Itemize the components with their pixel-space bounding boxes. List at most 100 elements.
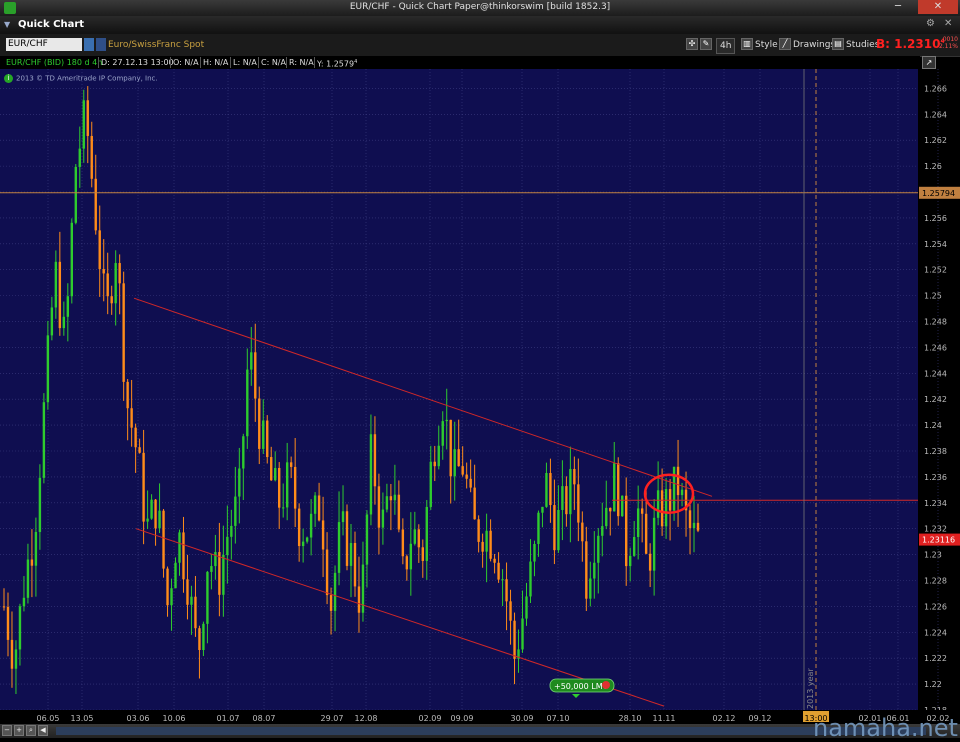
symbol-input[interactable]: EUR/CHF (6, 38, 82, 51)
candle-body (369, 434, 373, 515)
studies-icon[interactable]: ▤ (832, 38, 844, 50)
candle-body (305, 537, 309, 542)
info-circle-icon[interactable]: i (4, 74, 13, 83)
candle-body (78, 148, 81, 167)
candle-body (485, 530, 488, 552)
aggregation-button[interactable]: 4h (716, 38, 736, 54)
candle-body (664, 489, 668, 527)
search-zoom-icon[interactable]: ⌕ (26, 725, 36, 736)
candle-body (632, 537, 636, 556)
candle-body (222, 554, 225, 595)
cancel-order-icon (602, 681, 610, 689)
time-tick-label: 08.07 (253, 714, 276, 723)
candle-body (98, 230, 101, 270)
candle-body (577, 484, 580, 523)
symbol-link-icon[interactable] (96, 38, 106, 51)
candle-body (26, 559, 30, 598)
price-tick-label: 1.24 (924, 421, 942, 430)
price-tick-label: 1.256 (924, 214, 947, 223)
candle-body (644, 513, 648, 554)
wrench-icon[interactable]: ✎ (700, 38, 712, 50)
style-button[interactable]: Style (755, 38, 778, 52)
candle-body (525, 596, 528, 619)
symbol-dropdown-icon[interactable] (84, 38, 94, 51)
candle-body (2, 606, 6, 608)
price-tick-label: 1.244 (924, 369, 947, 378)
candle-body (50, 307, 54, 336)
candle-body (640, 508, 644, 514)
candle-body (541, 506, 544, 513)
candle-body (441, 421, 444, 446)
close-window-button[interactable]: ✕ (918, 0, 958, 14)
copyright-text: 2013 © TD Ameritrade IP Company, Inc. (16, 74, 158, 83)
bar-info-strip: EUR/CHF (BID) 180 d 4h D: 27.12.13 13:00… (0, 56, 920, 69)
window-title: EUR/CHF - Quick Chart Paper@thinkorswim … (349, 2, 611, 12)
price-chart-svg[interactable]: 1.2661.2641.2621.261.2581.2561.2541.2521… (0, 69, 960, 724)
zoom-in-icon[interactable]: + (14, 725, 24, 736)
scrollbar-track[interactable] (56, 727, 926, 735)
candle-body (118, 263, 121, 284)
candle-body (178, 532, 181, 563)
candle-body (617, 463, 620, 517)
chart-toolbar: EUR/CHF Euro/SwissFranc Spot ✣ ✎ 4h ▥ St… (0, 34, 960, 57)
candle-body (477, 519, 480, 542)
candle-body (605, 507, 608, 527)
candle-body (54, 261, 58, 308)
chart-settings-icon[interactable]: ↗ (922, 56, 936, 69)
candle-body (585, 541, 588, 599)
candle-body (126, 381, 129, 409)
panel-close-icon[interactable]: ✕ (944, 18, 952, 29)
candle-body (537, 512, 540, 544)
candle-body (656, 490, 660, 518)
price-chart[interactable]: 1.2661.2641.2621.261.2581.2561.2541.2521… (0, 69, 960, 715)
candle-body (557, 509, 560, 551)
candle-body (182, 532, 185, 580)
zoom-out-icon[interactable]: − (2, 725, 12, 736)
candle-body (106, 273, 109, 297)
candle-body (393, 494, 397, 501)
bid-price: B: 1.23104 (876, 37, 945, 51)
candle-body (561, 486, 564, 510)
candle-body (297, 508, 301, 547)
candle-body (589, 578, 592, 599)
price-tick-label: 1.234 (924, 499, 947, 508)
candle-body (285, 462, 289, 508)
info-y: Y: 1.25794 (314, 57, 359, 69)
candle-body (545, 473, 548, 507)
candle-body (142, 452, 145, 522)
candle-body (461, 466, 464, 475)
candle-body (114, 263, 117, 304)
candle-body (696, 522, 700, 531)
scroll-left-icon[interactable]: ◀ (38, 725, 48, 736)
style-icon[interactable]: ▥ (741, 38, 753, 50)
candle-body (445, 419, 448, 422)
bid-change: .0010 2.11% (936, 36, 958, 50)
candle-body (613, 463, 616, 512)
info-high: H: N/A (200, 57, 230, 68)
candle-body (234, 496, 237, 526)
candle-body (449, 419, 452, 477)
drawings-button[interactable]: Drawings (793, 38, 835, 52)
candle-body (481, 541, 484, 552)
collapse-chevron-icon[interactable]: ▼ (4, 20, 10, 29)
candle-body (465, 474, 468, 479)
candle-body (42, 402, 46, 478)
studies-button[interactable]: Studies (846, 38, 879, 52)
candle-body (130, 408, 133, 428)
candle-body (429, 461, 432, 507)
candle-body (186, 579, 189, 605)
drawings-icon[interactable]: ╱ (779, 38, 791, 50)
candle-body (158, 510, 161, 529)
price-tick-label: 1.262 (924, 136, 947, 145)
minimize-button[interactable]: ─ (886, 0, 910, 14)
panel-settings-icon[interactable]: ⚙ (926, 18, 935, 29)
candle-body (206, 571, 209, 624)
price-tick-label: 1.266 (924, 84, 947, 93)
price-tick-label: 1.226 (924, 602, 947, 611)
time-tick-label: 12.08 (355, 714, 378, 723)
candle-body (353, 543, 357, 587)
crosshair-tool-icon[interactable]: ✣ (686, 38, 698, 50)
time-tick-label: 06.05 (37, 714, 60, 723)
limit-order-label: +50,000 LMT (554, 682, 608, 691)
candle-body (150, 499, 153, 519)
